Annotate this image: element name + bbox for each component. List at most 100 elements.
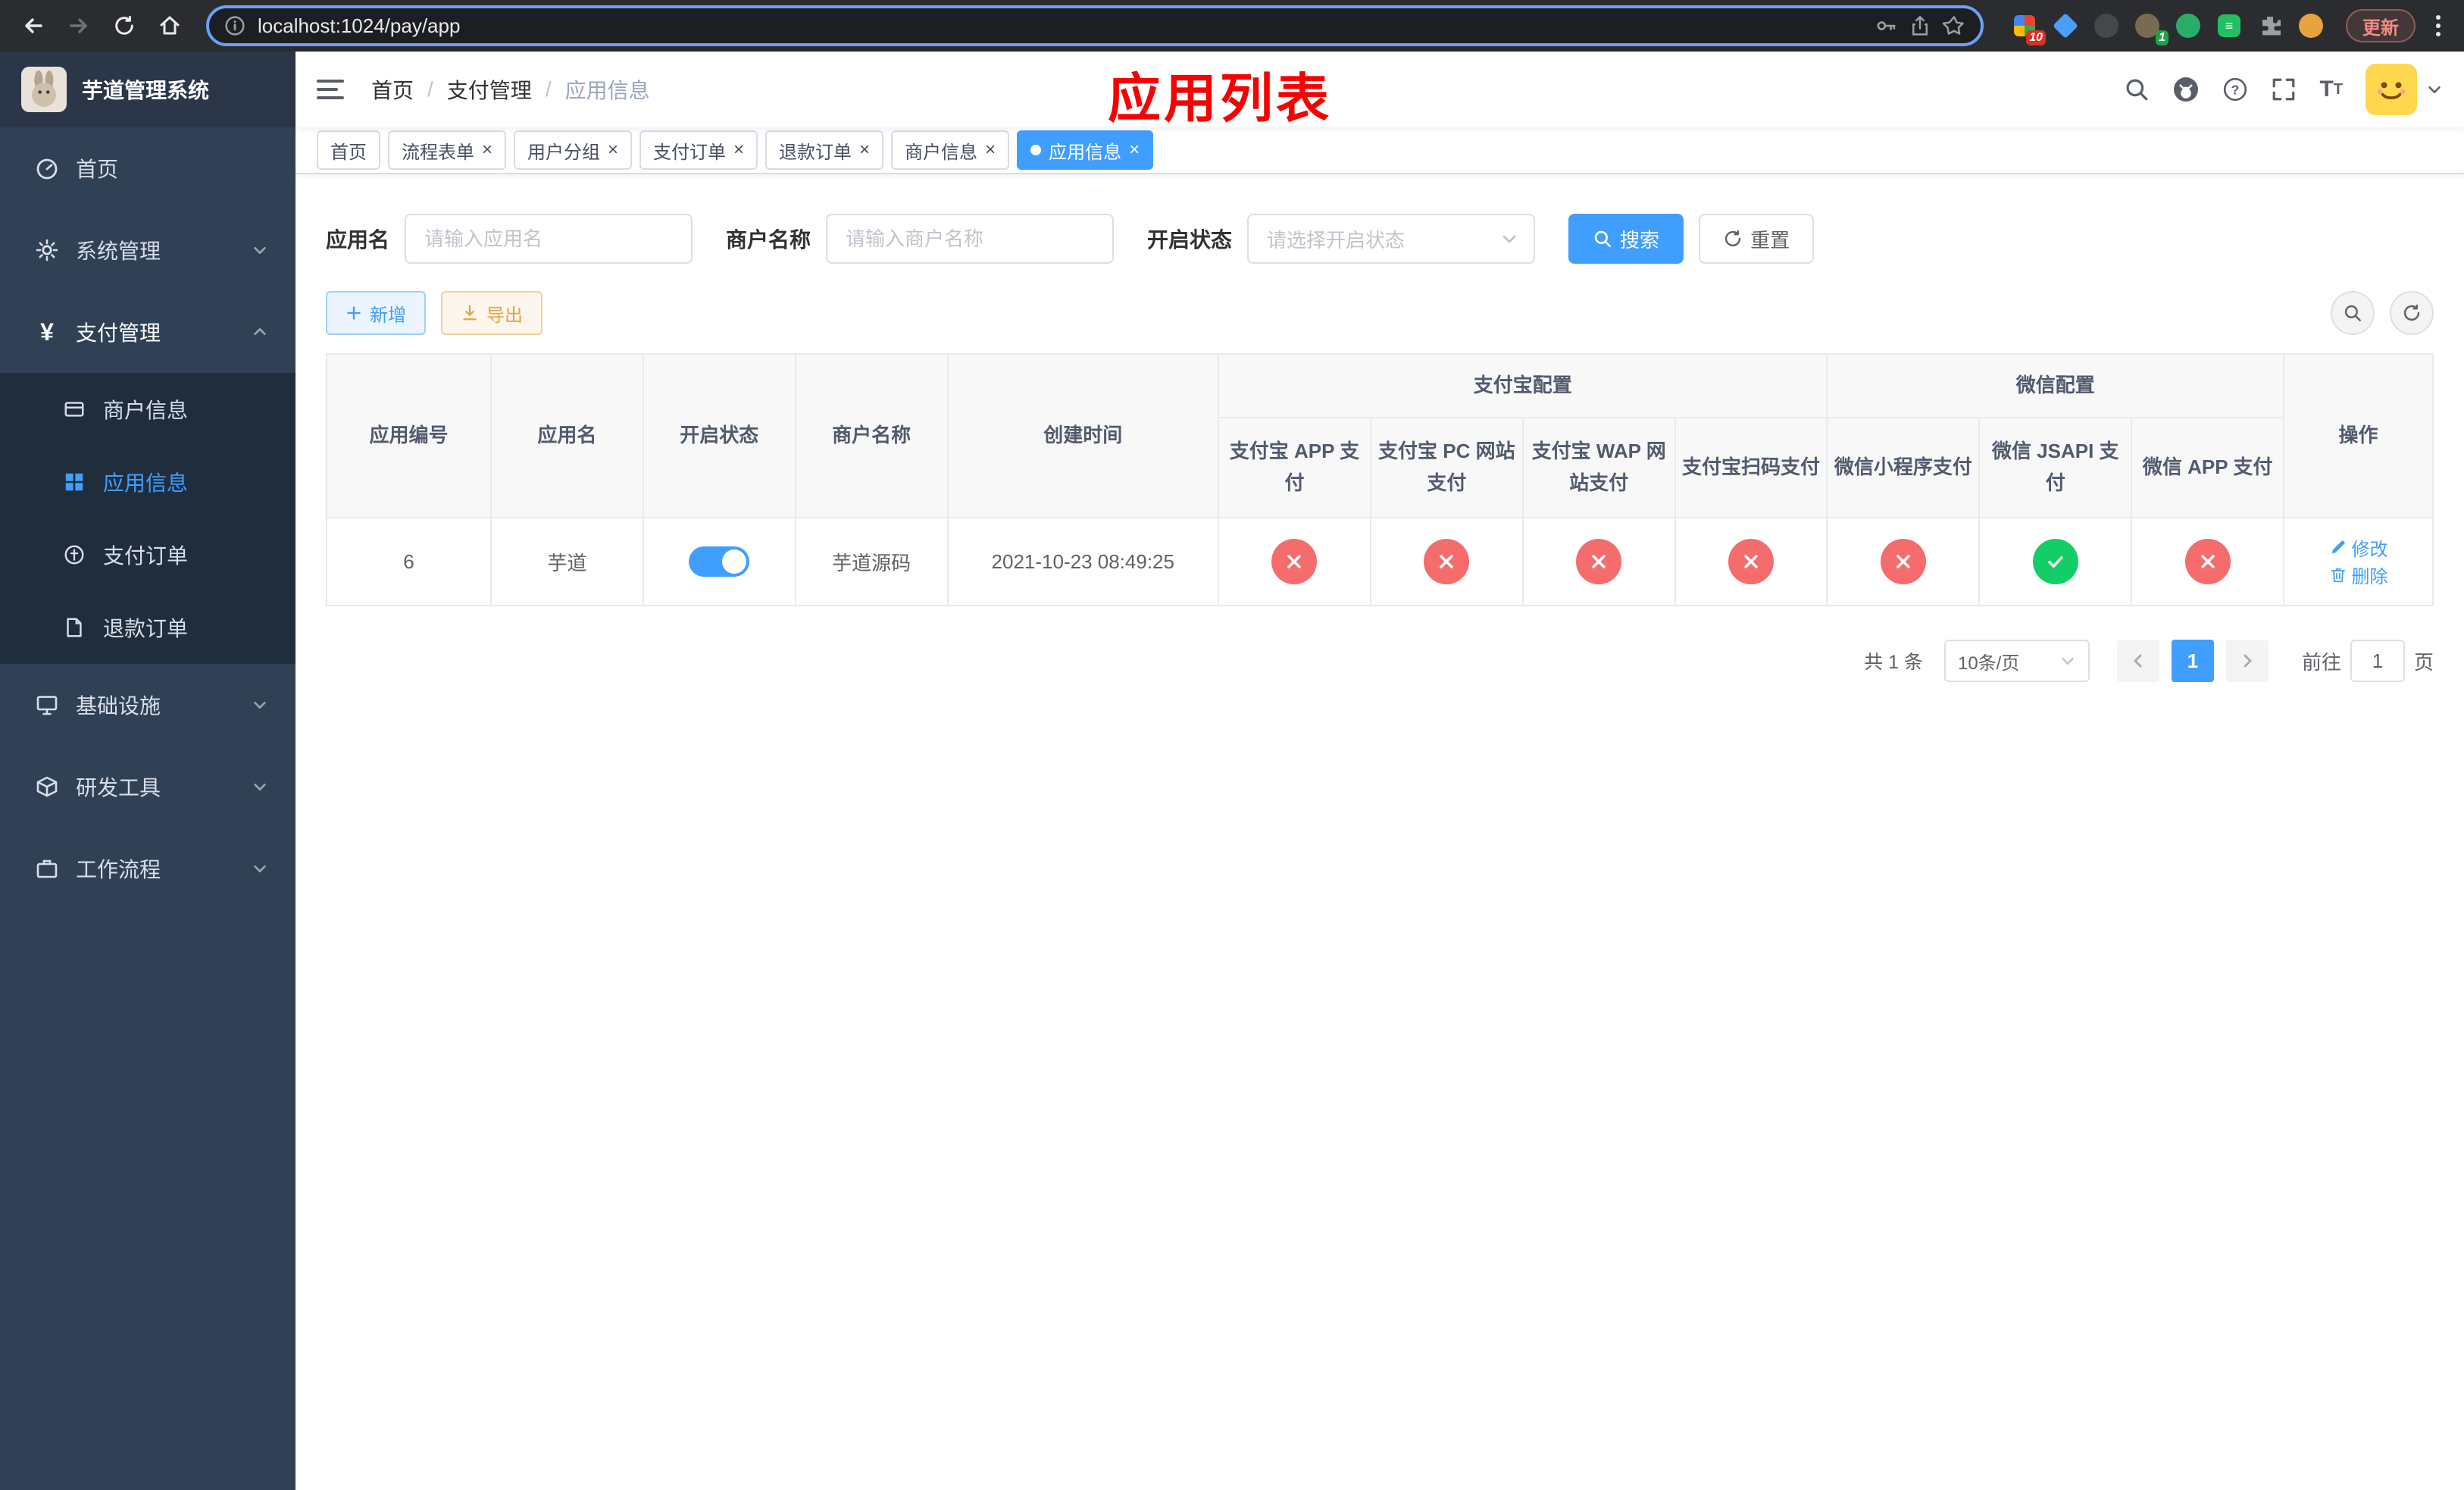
column-header-alipay-wap: 支付宝 WAP 网站支付 (1521, 417, 1676, 518)
site-info-icon[interactable] (224, 15, 245, 36)
browser-back-icon[interactable] (12, 5, 55, 47)
search-icon (1594, 230, 1612, 248)
sidebar-logo-row[interactable]: 芋道管理系统 (0, 52, 295, 127)
close-icon[interactable]: × (985, 141, 996, 159)
search-button[interactable]: 搜索 (1568, 214, 1684, 264)
column-header-wechat-app: 微信 APP 支付 (2131, 417, 2285, 518)
extension-diamond-icon[interactable] (2052, 12, 2079, 39)
column-header-name: 应用名 (489, 353, 644, 518)
tags-view-bar: 首页 流程表单 × 用户分组 × 支付订单 × 退款订单 × 商户信息 × 应用信息 × (295, 127, 2464, 174)
page-number-button[interactable]: 1 (2171, 640, 2214, 682)
channel-disabled-icon (2184, 539, 2231, 584)
breadcrumb-home[interactable]: 首页 (371, 74, 414, 105)
fullscreen-icon[interactable] (2271, 77, 2297, 102)
status-toggle[interactable] (689, 546, 750, 577)
tab-user-group[interactable]: 用户分组 × (514, 130, 633, 170)
tab-home[interactable]: 首页 (317, 130, 380, 170)
sidebar-item-system[interactable]: 系统管理 (0, 209, 295, 291)
payment-submenu: 商户信息 应用信息 支付订单 退款订单 (0, 373, 295, 664)
github-icon[interactable] (2172, 76, 2200, 103)
close-icon[interactable]: × (859, 141, 870, 159)
app-name-label: 应用名 (326, 228, 390, 252)
browser-forward-icon[interactable] (58, 5, 100, 47)
tab-refund-order[interactable]: 退款订单 × (765, 130, 884, 170)
merchant-name-input[interactable] (846, 227, 1095, 251)
tab-merchant-info[interactable]: 商户信息 × (891, 130, 1010, 170)
extension-grid-icon[interactable]: 10 (2011, 12, 2046, 45)
close-icon[interactable]: × (733, 141, 744, 159)
sidebar-item-infra[interactable]: 基础设施 (0, 664, 295, 746)
pagination-total: 共 1 条 (1864, 652, 1923, 673)
browser-menu-icon[interactable] (2425, 9, 2452, 42)
breadcrumb-section[interactable]: 支付管理 (447, 74, 532, 105)
browser-update-button[interactable]: 更新 (2346, 9, 2416, 42)
sidebar-item-label: 应用信息 (103, 471, 189, 495)
filter-app-name: 应用名 (326, 214, 693, 264)
reset-button[interactable]: 重置 (1699, 214, 1815, 264)
extension-dark-icon[interactable] (2093, 12, 2120, 39)
goto-page-input[interactable] (2350, 640, 2405, 682)
app-table: 应用编号 应用名 开启状态 商户名称 创建时间 支付宝配置 微信配置 操作 支付… (325, 353, 2434, 606)
sidebar-item-workflow[interactable]: 工作流程 (0, 828, 295, 909)
url-text[interactable]: localhost:1024/pay/app (258, 14, 460, 38)
share-icon[interactable] (1909, 14, 1931, 37)
browser-refresh-icon[interactable] (103, 5, 145, 47)
user-avatar-menu[interactable] (2366, 64, 2443, 115)
tab-label: 退款订单 (779, 142, 852, 163)
bookmark-star-icon[interactable] (1943, 14, 1965, 37)
sidebar-item-label: 商户信息 (103, 399, 189, 422)
pagination: 共 1 条 10条/页 1 前往 页 (326, 640, 2434, 682)
close-icon[interactable]: × (482, 141, 492, 159)
header-search-icon[interactable] (2124, 77, 2150, 102)
status-select[interactable]: 请选择开启状态 (1247, 214, 1536, 264)
password-key-icon[interactable] (1875, 14, 1897, 37)
app-logo (21, 67, 67, 112)
tab-process-form[interactable]: 流程表单 × (388, 130, 507, 170)
status-label: 开启状态 (1147, 228, 1233, 252)
extensions-puzzle-icon[interactable] (2256, 12, 2284, 39)
sidebar-item-label: 工作流程 (76, 858, 161, 881)
extension-note-icon[interactable]: ≡ (2215, 12, 2243, 39)
delete-button[interactable]: 删除 (2329, 562, 2388, 588)
export-button[interactable]: 导出 (441, 291, 543, 335)
extension-profile-icon[interactable]: 1 (2134, 12, 2169, 45)
sidebar-item-app-info[interactable]: 应用信息 (0, 446, 295, 518)
edit-button[interactable]: 修改 (2329, 534, 2388, 561)
channel-disabled-icon (1424, 539, 1470, 584)
group-header-alipay: 支付宝配置 (1218, 353, 1828, 418)
font-size-icon[interactable]: TT (2319, 77, 2343, 102)
help-icon[interactable]: ? (2222, 77, 2248, 102)
chevron-down-icon (2062, 657, 2074, 665)
address-bar[interactable]: localhost:1024/pay/app (206, 5, 1984, 46)
toggle-search-button[interactable] (2331, 291, 2375, 335)
sidebar: 芋道管理系统 首页 系统管理 ¥ 支付管理 商户信息 应用信息 支付订单 退款订… (0, 52, 295, 1490)
page-size-select[interactable]: 10条/页 (1943, 640, 2090, 682)
chevron-down-icon (252, 778, 268, 795)
filter-status: 开启状态 请选择开启状态 (1147, 214, 1536, 264)
sidebar-item-payment[interactable]: ¥ 支付管理 (0, 291, 295, 373)
next-page-button[interactable] (2225, 640, 2269, 682)
add-button[interactable]: 新增 (326, 291, 426, 335)
refresh-table-button[interactable] (2390, 291, 2434, 335)
sidebar-toggle-icon[interactable] (317, 74, 347, 105)
close-icon[interactable]: × (608, 141, 618, 159)
extension-emoji-icon[interactable] (2297, 12, 2325, 39)
app-name-input[interactable] (424, 227, 674, 251)
extensions-area: 10 1 ≡ (2011, 12, 2325, 45)
extension-wechat-icon[interactable] (2175, 12, 2202, 39)
channel-disabled-icon (1880, 539, 1926, 584)
browser-home-icon[interactable] (149, 5, 191, 47)
tab-pay-order[interactable]: 支付订单 × (639, 130, 758, 170)
yen-icon: ¥ (40, 318, 54, 346)
close-icon[interactable]: × (1129, 141, 1140, 159)
column-header-status: 开启状态 (642, 353, 796, 518)
edit-label: 修改 (2351, 539, 2388, 560)
tab-app-info[interactable]: 应用信息 × (1017, 130, 1154, 170)
table-right-tools (2331, 291, 2434, 335)
sidebar-item-merchant-info[interactable]: 商户信息 (0, 373, 295, 446)
sidebar-item-devtools[interactable]: 研发工具 (0, 746, 295, 828)
sidebar-item-home[interactable]: 首页 (0, 127, 295, 209)
prev-page-button[interactable] (2116, 640, 2159, 682)
sidebar-item-pay-order[interactable]: 支付订单 (0, 518, 295, 591)
sidebar-item-refund-order[interactable]: 退款订单 (0, 591, 295, 664)
